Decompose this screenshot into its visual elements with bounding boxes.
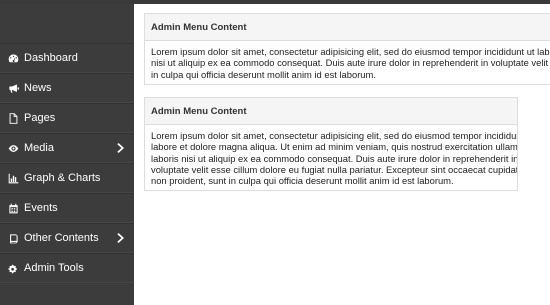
sidebar-item-label: Pages: [24, 112, 56, 124]
sidebar-item-label: Admin Tools: [24, 262, 84, 274]
panel-text-line: labore et dolore magna aliqua. Ut enim a…: [151, 141, 517, 153]
sidebar-item-graph-charts[interactable]: Graph & Charts: [0, 163, 134, 193]
panel-text-line: non proident, sunt in culpa qui officia …: [151, 175, 454, 187]
panel-text-line: Lorem ipsum dolor sit amet, consectetur …: [151, 130, 517, 141]
panel-title: Admin Menu Content: [151, 21, 247, 33]
main-content: Admin Menu Content Lorem ipsum dolor sit…: [134, 4, 550, 305]
sidebar-item-dashboard[interactable]: Dashboard: [0, 43, 134, 73]
file-icon: [7, 112, 19, 124]
panel-title: Admin Menu Content: [151, 105, 247, 117]
content-panel: Admin Menu Content Lorem ipsum dolor sit…: [144, 97, 518, 192]
dashboard-icon: [7, 52, 19, 64]
sidebar-item-events[interactable]: Events: [0, 193, 134, 223]
panel-heading: Admin Menu Content: [145, 14, 550, 41]
panel-text-line: laboris nisi ut aliquip ex ea commodo co…: [151, 152, 517, 164]
sidebar-menu: Dashboard News Pages Media Graph & Chart…: [0, 43, 134, 283]
content-panel: Admin Menu Content Lorem ipsum dolor sit…: [144, 13, 550, 85]
sidebar: Dashboard News Pages Media Graph & Chart…: [0, 4, 134, 305]
panel-body: Lorem ipsum dolor sit amet, consectetur …: [145, 125, 517, 190]
bar-chart-icon: [7, 172, 19, 184]
panel-body: Lorem ipsum dolor sit amet, consectetur …: [145, 41, 550, 84]
sidebar-item-label: Dashboard: [24, 52, 78, 64]
chevron-right-icon[interactable]: [117, 233, 125, 243]
book-icon: [7, 232, 19, 244]
panel-text-line: voluptate velit esse cillum dolore eu fu…: [151, 163, 517, 175]
sidebar-item-label: News: [24, 82, 52, 94]
sidebar-item-media[interactable]: Media: [0, 133, 134, 163]
eye-icon: [7, 142, 19, 154]
sidebar-item-label: Other Contents: [24, 232, 99, 244]
chevron-right-icon[interactable]: [117, 143, 125, 153]
panel-text-line: in culpa qui officia deserunt mollit ani…: [151, 68, 376, 80]
calendar-icon: [7, 202, 19, 214]
panel-text-line: Lorem ipsum dolor sit amet, consectetur …: [151, 46, 550, 57]
sidebar-item-label: Events: [24, 202, 58, 214]
cogs-icon: [7, 262, 19, 274]
sidebar-header: [0, 4, 134, 43]
sidebar-item-other-contents[interactable]: Other Contents: [0, 223, 134, 253]
sidebar-item-pages[interactable]: Pages: [0, 103, 134, 133]
panel-heading: Admin Menu Content: [145, 98, 517, 125]
panel-text-line: nisi ut aliquip ex ea commodo consequat.…: [151, 57, 550, 69]
sidebar-item-label: Graph & Charts: [24, 172, 101, 184]
bullhorn-icon: [7, 82, 19, 94]
sidebar-item-news[interactable]: News: [0, 73, 134, 103]
sidebar-item-admin-tools[interactable]: Admin Tools: [0, 253, 134, 283]
sidebar-item-label: Media: [24, 142, 54, 154]
